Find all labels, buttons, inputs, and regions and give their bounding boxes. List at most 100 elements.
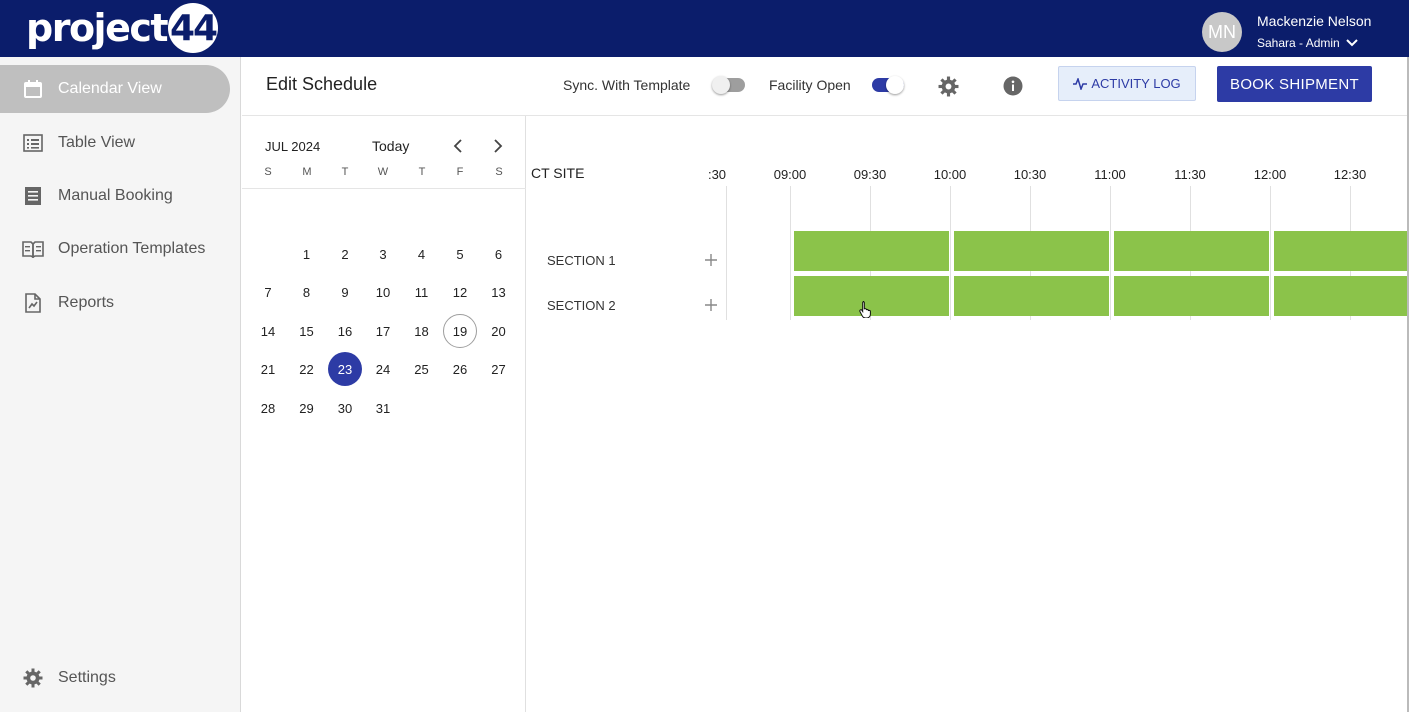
time-slot[interactable]	[794, 231, 949, 271]
mini-calendar: JUL 2024 Today SMTWTFS 1 2 3 4 5 6 7 8 9 10 11 12 13…	[242, 116, 526, 712]
time-label: 11:30	[1174, 167, 1206, 182]
sidebar-item-table-view[interactable]: Table View	[0, 119, 230, 167]
sidebar-item-manual-booking[interactable]: Manual Booking	[0, 172, 230, 220]
gear-icon	[22, 667, 44, 689]
calendar-day-3[interactable]: 3	[366, 237, 400, 271]
sidebar-item-calendar-view[interactable]: Calendar View	[0, 65, 230, 113]
site-label: CT SITE	[531, 165, 585, 181]
calendar-day-6[interactable]: 6	[482, 237, 516, 271]
time-label: 12:00	[1253, 167, 1287, 182]
today-button[interactable]: Today	[372, 138, 409, 154]
info-icon	[1003, 76, 1023, 96]
sync-template-toggle[interactable]	[712, 76, 745, 94]
weekday-label: T	[418, 166, 426, 178]
sidebar-item-label: Calendar View	[58, 80, 162, 97]
book-shipment-button[interactable]: BOOK SHIPMENT	[1217, 66, 1372, 102]
toggle-knob	[712, 76, 730, 94]
calendar-day-9[interactable]: 9	[328, 275, 362, 309]
calendar-day-20[interactable]: 20	[482, 314, 516, 348]
calendar-day-31[interactable]: 31	[366, 391, 400, 425]
calendar-day-11[interactable]: 11	[405, 275, 439, 309]
sidebar: Calendar View Table View Manual Booking …	[0, 57, 241, 712]
project44-logo[interactable]: project 44	[26, 2, 218, 54]
page-title: Edit Schedule	[266, 74, 378, 94]
toggle-knob	[886, 76, 904, 94]
time-slot[interactable]	[1274, 276, 1407, 316]
previous-month-button[interactable]	[448, 136, 468, 156]
section-label: SECTION 2	[547, 298, 616, 313]
calendar-day-1[interactable]: 1	[290, 237, 324, 271]
calendar-day-26[interactable]: 26	[443, 352, 477, 386]
calendar-day-16[interactable]: 16	[328, 314, 362, 348]
calendar-divider	[242, 188, 526, 189]
calendar-day-15[interactable]: 15	[290, 314, 324, 348]
sidebar-item-label: Settings	[58, 669, 116, 686]
calendar-day-19[interactable]: 19	[443, 314, 477, 348]
calendar-day-30[interactable]: 30	[328, 391, 362, 425]
user-name: Mackenzie Nelson	[1257, 13, 1372, 29]
document-icon	[22, 185, 44, 207]
add-section-2-button[interactable]	[704, 298, 718, 312]
calendar-day-21[interactable]: 21	[251, 352, 285, 386]
weekday-label: M	[302, 166, 312, 178]
calendar-day-14[interactable]: 14	[251, 314, 285, 348]
calendar-day-12[interactable]: 12	[443, 275, 477, 309]
sidebar-item-label: Operation Templates	[58, 240, 206, 257]
weekday-label: T	[341, 166, 349, 178]
add-section-1-button[interactable]	[704, 253, 718, 267]
org-selector[interactable]: Sahara - Admin	[1257, 36, 1358, 50]
calendar-day-23[interactable]: 23	[328, 352, 362, 386]
time-slot[interactable]	[1114, 276, 1269, 316]
sidebar-item-settings[interactable]: Settings	[0, 654, 230, 702]
time-slot[interactable]	[1114, 231, 1269, 271]
schedule-grid: CT SITE :30 09:00 09:30 10:00 10:30 11:00 11:…	[527, 116, 1409, 712]
row-label-divider	[726, 186, 727, 320]
sidebar-item-operation-templates[interactable]: Operation Templates	[0, 225, 230, 273]
time-slot[interactable]	[954, 276, 1109, 316]
calendar-day-8[interactable]: 8	[290, 275, 324, 309]
activity-log-button[interactable]: ACTIVITY LOG	[1058, 66, 1196, 101]
calendar-day-13[interactable]: 13	[482, 275, 516, 309]
calendar-icon	[22, 78, 44, 100]
calendar-day-22[interactable]: 22	[290, 352, 324, 386]
calendar-day-4[interactable]: 4	[405, 237, 439, 271]
calendar-day-5[interactable]: 5	[443, 237, 477, 271]
chevron-left-icon	[453, 139, 462, 153]
calendar-day-10[interactable]: 10	[366, 275, 400, 309]
settings-gear-button[interactable]	[937, 75, 959, 97]
logo-text: project	[26, 6, 169, 50]
report-icon	[22, 292, 44, 314]
calendar-day-25[interactable]: 25	[405, 352, 439, 386]
calendar-day-18[interactable]: 18	[405, 314, 439, 348]
time-slot[interactable]	[954, 231, 1109, 271]
avatar[interactable]: MN	[1202, 12, 1242, 52]
weekday-label: S	[264, 166, 272, 178]
calendar-day-27[interactable]: 27	[482, 352, 516, 386]
time-gridline	[950, 186, 951, 320]
calendar-day-24[interactable]: 24	[366, 352, 400, 386]
sidebar-item-label: Reports	[58, 294, 115, 311]
time-label: 09:00	[773, 167, 807, 182]
chevron-down-icon	[1346, 39, 1358, 47]
time-gridline	[1110, 186, 1111, 320]
time-slot[interactable]	[1274, 231, 1407, 271]
calendar-day-17[interactable]: 17	[366, 314, 400, 348]
info-button[interactable]	[1002, 75, 1024, 97]
next-month-button[interactable]	[488, 136, 508, 156]
logo-number: 44	[168, 3, 218, 53]
calendar-day-7[interactable]: 7	[251, 275, 285, 309]
calendar-month: JUL 2024	[265, 139, 321, 154]
weekday-label: W	[377, 166, 389, 178]
calendar-day-29[interactable]: 29	[290, 391, 324, 425]
calendar-day-28[interactable]: 28	[251, 391, 285, 425]
sidebar-item-reports[interactable]: Reports	[0, 279, 230, 327]
facility-open-toggle[interactable]	[872, 76, 904, 94]
activity-log-label: ACTIVITY LOG	[1091, 76, 1181, 91]
time-label: 10:30	[1013, 167, 1047, 182]
calendar-day-2[interactable]: 2	[328, 237, 362, 271]
time-label: 12:30	[1333, 167, 1367, 182]
org-label: Sahara - Admin	[1257, 36, 1340, 50]
schedule-header: Edit Schedule Sync. With Template Facili…	[242, 57, 1409, 116]
weekday-label: F	[456, 166, 464, 178]
top-bar: project 44 MN Mackenzie Nelson Sahara - A…	[0, 0, 1409, 57]
